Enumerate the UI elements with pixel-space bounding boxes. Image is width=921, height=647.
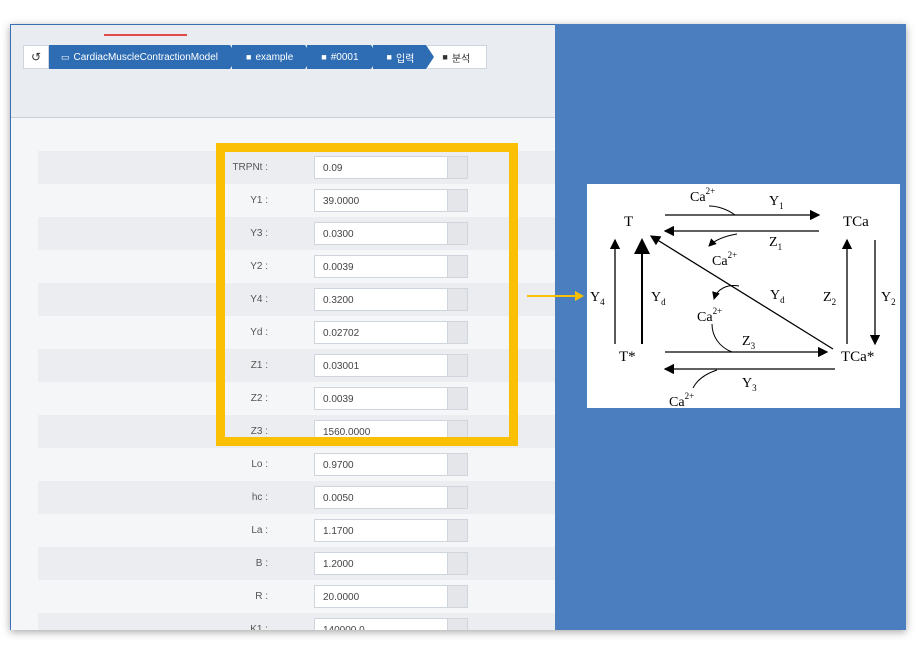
page-header: ↺ ▭ CardiacMuscleContractionModel ■ exam…: [11, 25, 556, 118]
param-row: hc : 0.0050: [38, 481, 556, 514]
rate-z1: Z1: [769, 235, 782, 252]
reaction-diagram-svg: T TCa T* TCa* Ca2+ Y1 Z1 Ca2+ Y4 Yd Yd C…: [590, 186, 896, 410]
folder-icon: ■: [246, 52, 252, 62]
rate-z2: Z2: [823, 290, 836, 307]
param-input[interactable]: 20.0000: [314, 585, 448, 608]
state-tstar: T*: [619, 349, 636, 365]
param-label: Lo :: [251, 459, 268, 470]
param-row: R : 20.0000: [38, 580, 556, 613]
breadcrumb-item-analysis[interactable]: ■ 분석: [428, 45, 488, 69]
breadcrumb-item-run[interactable]: ■ #0001: [307, 45, 379, 69]
breadcrumb-item-input[interactable]: ■ 입력: [372, 45, 435, 69]
callout-arrow: [527, 295, 575, 297]
ca-label-bottom: Ca2+: [669, 391, 694, 408]
param-addon: [448, 519, 468, 542]
param-label: K1 :: [250, 624, 268, 630]
param-addon: [448, 453, 468, 476]
active-tab-indicator: [104, 34, 187, 36]
rate-y3: Y3: [742, 376, 757, 393]
breadcrumb-item-model[interactable]: ▭ CardiacMuscleContractionModel: [49, 45, 239, 69]
ca-label-top: Ca2+: [690, 186, 715, 205]
rate-y4: Y4: [590, 290, 605, 307]
state-tca: TCa: [843, 214, 869, 230]
param-input[interactable]: 140000.0: [314, 618, 448, 630]
folder-icon: ■: [442, 52, 448, 62]
param-row: La : 1.1700: [38, 514, 556, 547]
breadcrumb: ↺ ▭ CardiacMuscleContractionModel ■ exam…: [23, 45, 489, 69]
param-input[interactable]: 0.9700: [314, 453, 448, 476]
param-input[interactable]: 1.2000: [314, 552, 448, 575]
param-addon: [448, 585, 468, 608]
param-label: B :: [255, 558, 268, 569]
history-icon[interactable]: ↺: [23, 45, 49, 69]
param-input[interactable]: 1.1700: [314, 519, 448, 542]
param-label: hc :: [251, 492, 268, 503]
param-label: La :: [251, 525, 268, 536]
breadcrumb-label: example: [255, 51, 294, 63]
rate-yd-left: Yd: [651, 290, 666, 307]
breadcrumb-label: 입력: [395, 53, 415, 65]
monitor-icon: ▭: [61, 51, 70, 62]
arrow-yd-diagonal: [649, 235, 834, 350]
rate-yd-diagonal: Yd: [770, 288, 785, 305]
param-row: B : 1.2000: [38, 547, 556, 580]
reaction-diagram: T TCa T* TCa* Ca2+ Y1 Z1 Ca2+ Y4 Yd Yd C…: [587, 184, 900, 410]
rate-y2: Y2: [881, 290, 896, 307]
breadcrumb-label: #0001: [330, 51, 359, 63]
param-row: K1 : 140000.0: [38, 613, 556, 630]
param-addon: [448, 552, 468, 575]
rate-z3: Z3: [742, 334, 756, 351]
param-row: Lo : 0.9700: [38, 448, 556, 481]
breadcrumb-label: CardiacMuscleContractionModel: [73, 51, 219, 63]
folder-icon: ■: [321, 52, 327, 62]
highlight-box: [216, 143, 518, 446]
ca-label-center: Ca2+: [697, 306, 722, 325]
param-input[interactable]: 0.0050: [314, 486, 448, 509]
state-t: T: [624, 214, 633, 230]
param-addon: [448, 486, 468, 509]
state-tcastar: TCa*: [841, 349, 874, 365]
ca-label-mid: Ca2+: [712, 250, 737, 269]
callout-arrow-head: [575, 291, 584, 301]
param-addon: [448, 618, 468, 630]
folder-icon: ■: [386, 52, 392, 62]
breadcrumb-item-example[interactable]: ■ example: [232, 45, 314, 69]
param-label: R :: [255, 591, 268, 602]
breadcrumb-label: 분석: [451, 53, 471, 65]
rate-y1: Y1: [769, 194, 784, 211]
